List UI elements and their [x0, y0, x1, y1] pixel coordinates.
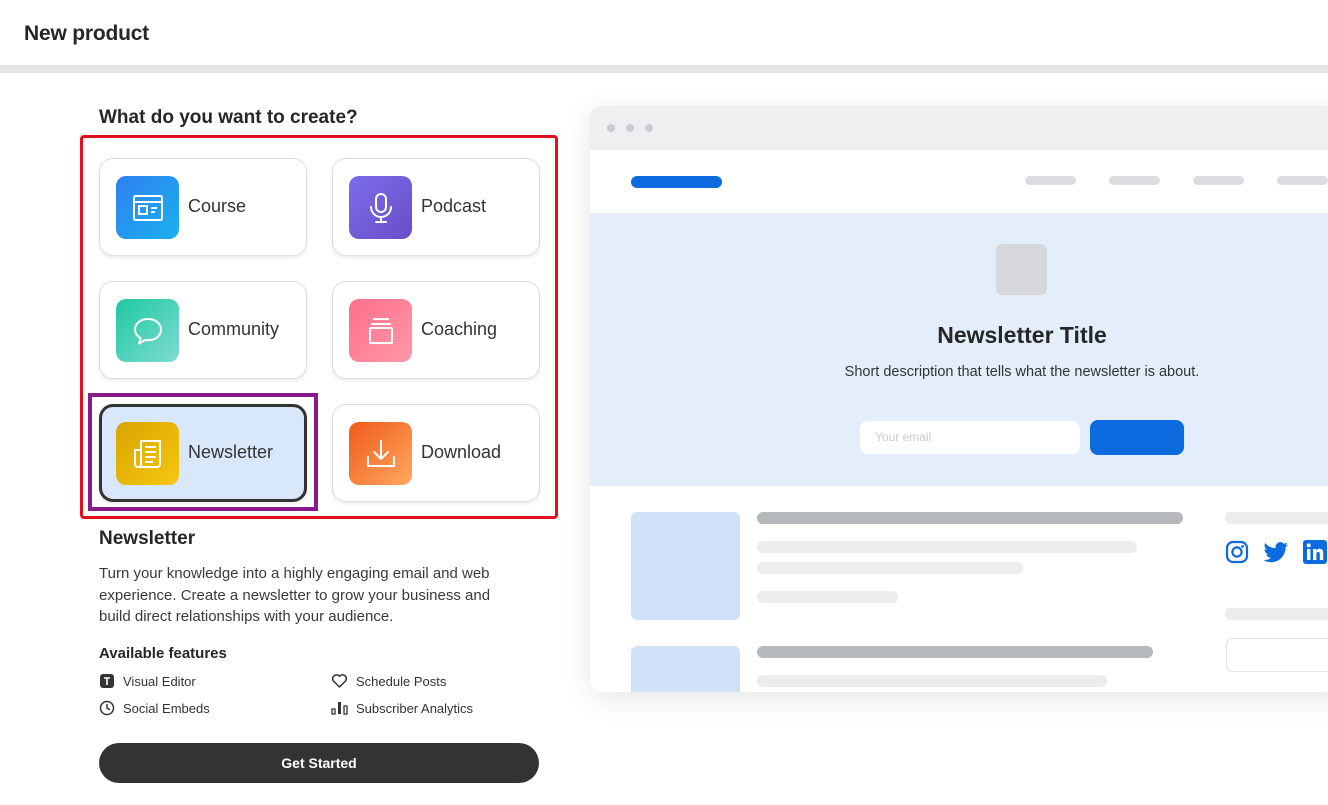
option-label: Coaching [421, 319, 498, 339]
window-dot [607, 124, 615, 132]
header-divider [0, 65, 1328, 73]
feature-social-embeds: Social Embeds [99, 700, 210, 716]
selected-option-title: Newsletter [99, 528, 196, 549]
preview-post-title-line [757, 646, 1153, 658]
heart-icon [331, 674, 348, 688]
get-started-button[interactable]: Get Started [99, 743, 539, 783]
coaching-icon [349, 299, 412, 362]
option-card-download[interactable]: Download [332, 404, 540, 502]
selected-option-description: Turn your knowledge into a highly engagi… [99, 565, 491, 625]
feature-label: Social Embeds [123, 700, 210, 716]
option-card-course[interactable]: Course [99, 158, 307, 256]
newsletter-preview: Newsletter Title Short description that … [590, 106, 1328, 692]
preview-sidebar-line [1225, 608, 1328, 620]
feature-subscriber-analytics: Subscriber Analytics [331, 700, 473, 716]
preview-subtitle: Short description that tells what the ne… [844, 364, 1200, 380]
top-bar: New product [0, 0, 1328, 65]
preview-post-title-line [757, 512, 1183, 524]
preview-post-thumbnail [631, 646, 740, 692]
picker-question: What do you want to create? [99, 107, 358, 128]
newspaper-icon [116, 422, 179, 485]
preview-sidebar-input [1226, 638, 1328, 672]
course-icon [116, 176, 179, 239]
preview-logo-placeholder [631, 176, 722, 188]
text-editor-icon [100, 674, 114, 688]
preview-logo-image [996, 244, 1047, 295]
microphone-icon [349, 176, 412, 239]
preview-nav [590, 150, 1328, 214]
preview-sidebar-line [1225, 512, 1328, 524]
preview-post-text-line [757, 591, 898, 603]
feature-label: Schedule Posts [356, 673, 447, 689]
option-label: Course [188, 196, 247, 216]
feature-label: Subscriber Analytics [356, 700, 474, 716]
option-card-newsletter[interactable]: Newsletter [99, 404, 307, 502]
browser-chrome [590, 106, 1328, 150]
features-heading: Available features [99, 645, 227, 662]
option-card-community[interactable]: Community [99, 281, 307, 379]
option-label: Newsletter [188, 442, 274, 462]
preview-post-text-line [757, 562, 1023, 574]
preview-post-text-line [757, 541, 1137, 553]
window-dot [645, 124, 653, 132]
preview-nav-link [1025, 176, 1076, 185]
preview-nav-link [1109, 176, 1160, 185]
linkedin-icon [1303, 540, 1327, 564]
option-label: Community [188, 319, 280, 339]
preview-title: Newsletter Title [937, 322, 1107, 348]
preview-social-icons [1225, 540, 1327, 564]
clock-icon [99, 700, 115, 716]
preview-post-text-line [757, 675, 1107, 687]
preview-nav-link [1277, 176, 1328, 185]
feature-visual-editor: Visual Editor [99, 673, 196, 689]
preview-email-input: Your email [860, 421, 1080, 454]
feature-schedule-posts: Schedule Posts [331, 673, 446, 689]
twitter-icon [1263, 542, 1288, 563]
page-title: New product [24, 22, 149, 45]
chat-bubble-icon [116, 299, 179, 362]
preview-subscribe-button [1090, 420, 1184, 455]
option-label: Download [421, 442, 502, 462]
instagram-icon [1225, 540, 1249, 564]
download-icon [349, 422, 412, 485]
window-dot [626, 124, 634, 132]
preview-nav-link [1193, 176, 1244, 185]
bar-chart-icon [331, 702, 348, 715]
option-label: Podcast [421, 196, 487, 216]
preview-hero: Newsletter Title Short description that … [590, 214, 1328, 486]
preview-post-thumbnail [631, 512, 740, 620]
feature-label: Visual Editor [123, 673, 196, 689]
option-card-podcast[interactable]: Podcast [332, 158, 540, 256]
option-card-coaching[interactable]: Coaching [332, 281, 540, 379]
